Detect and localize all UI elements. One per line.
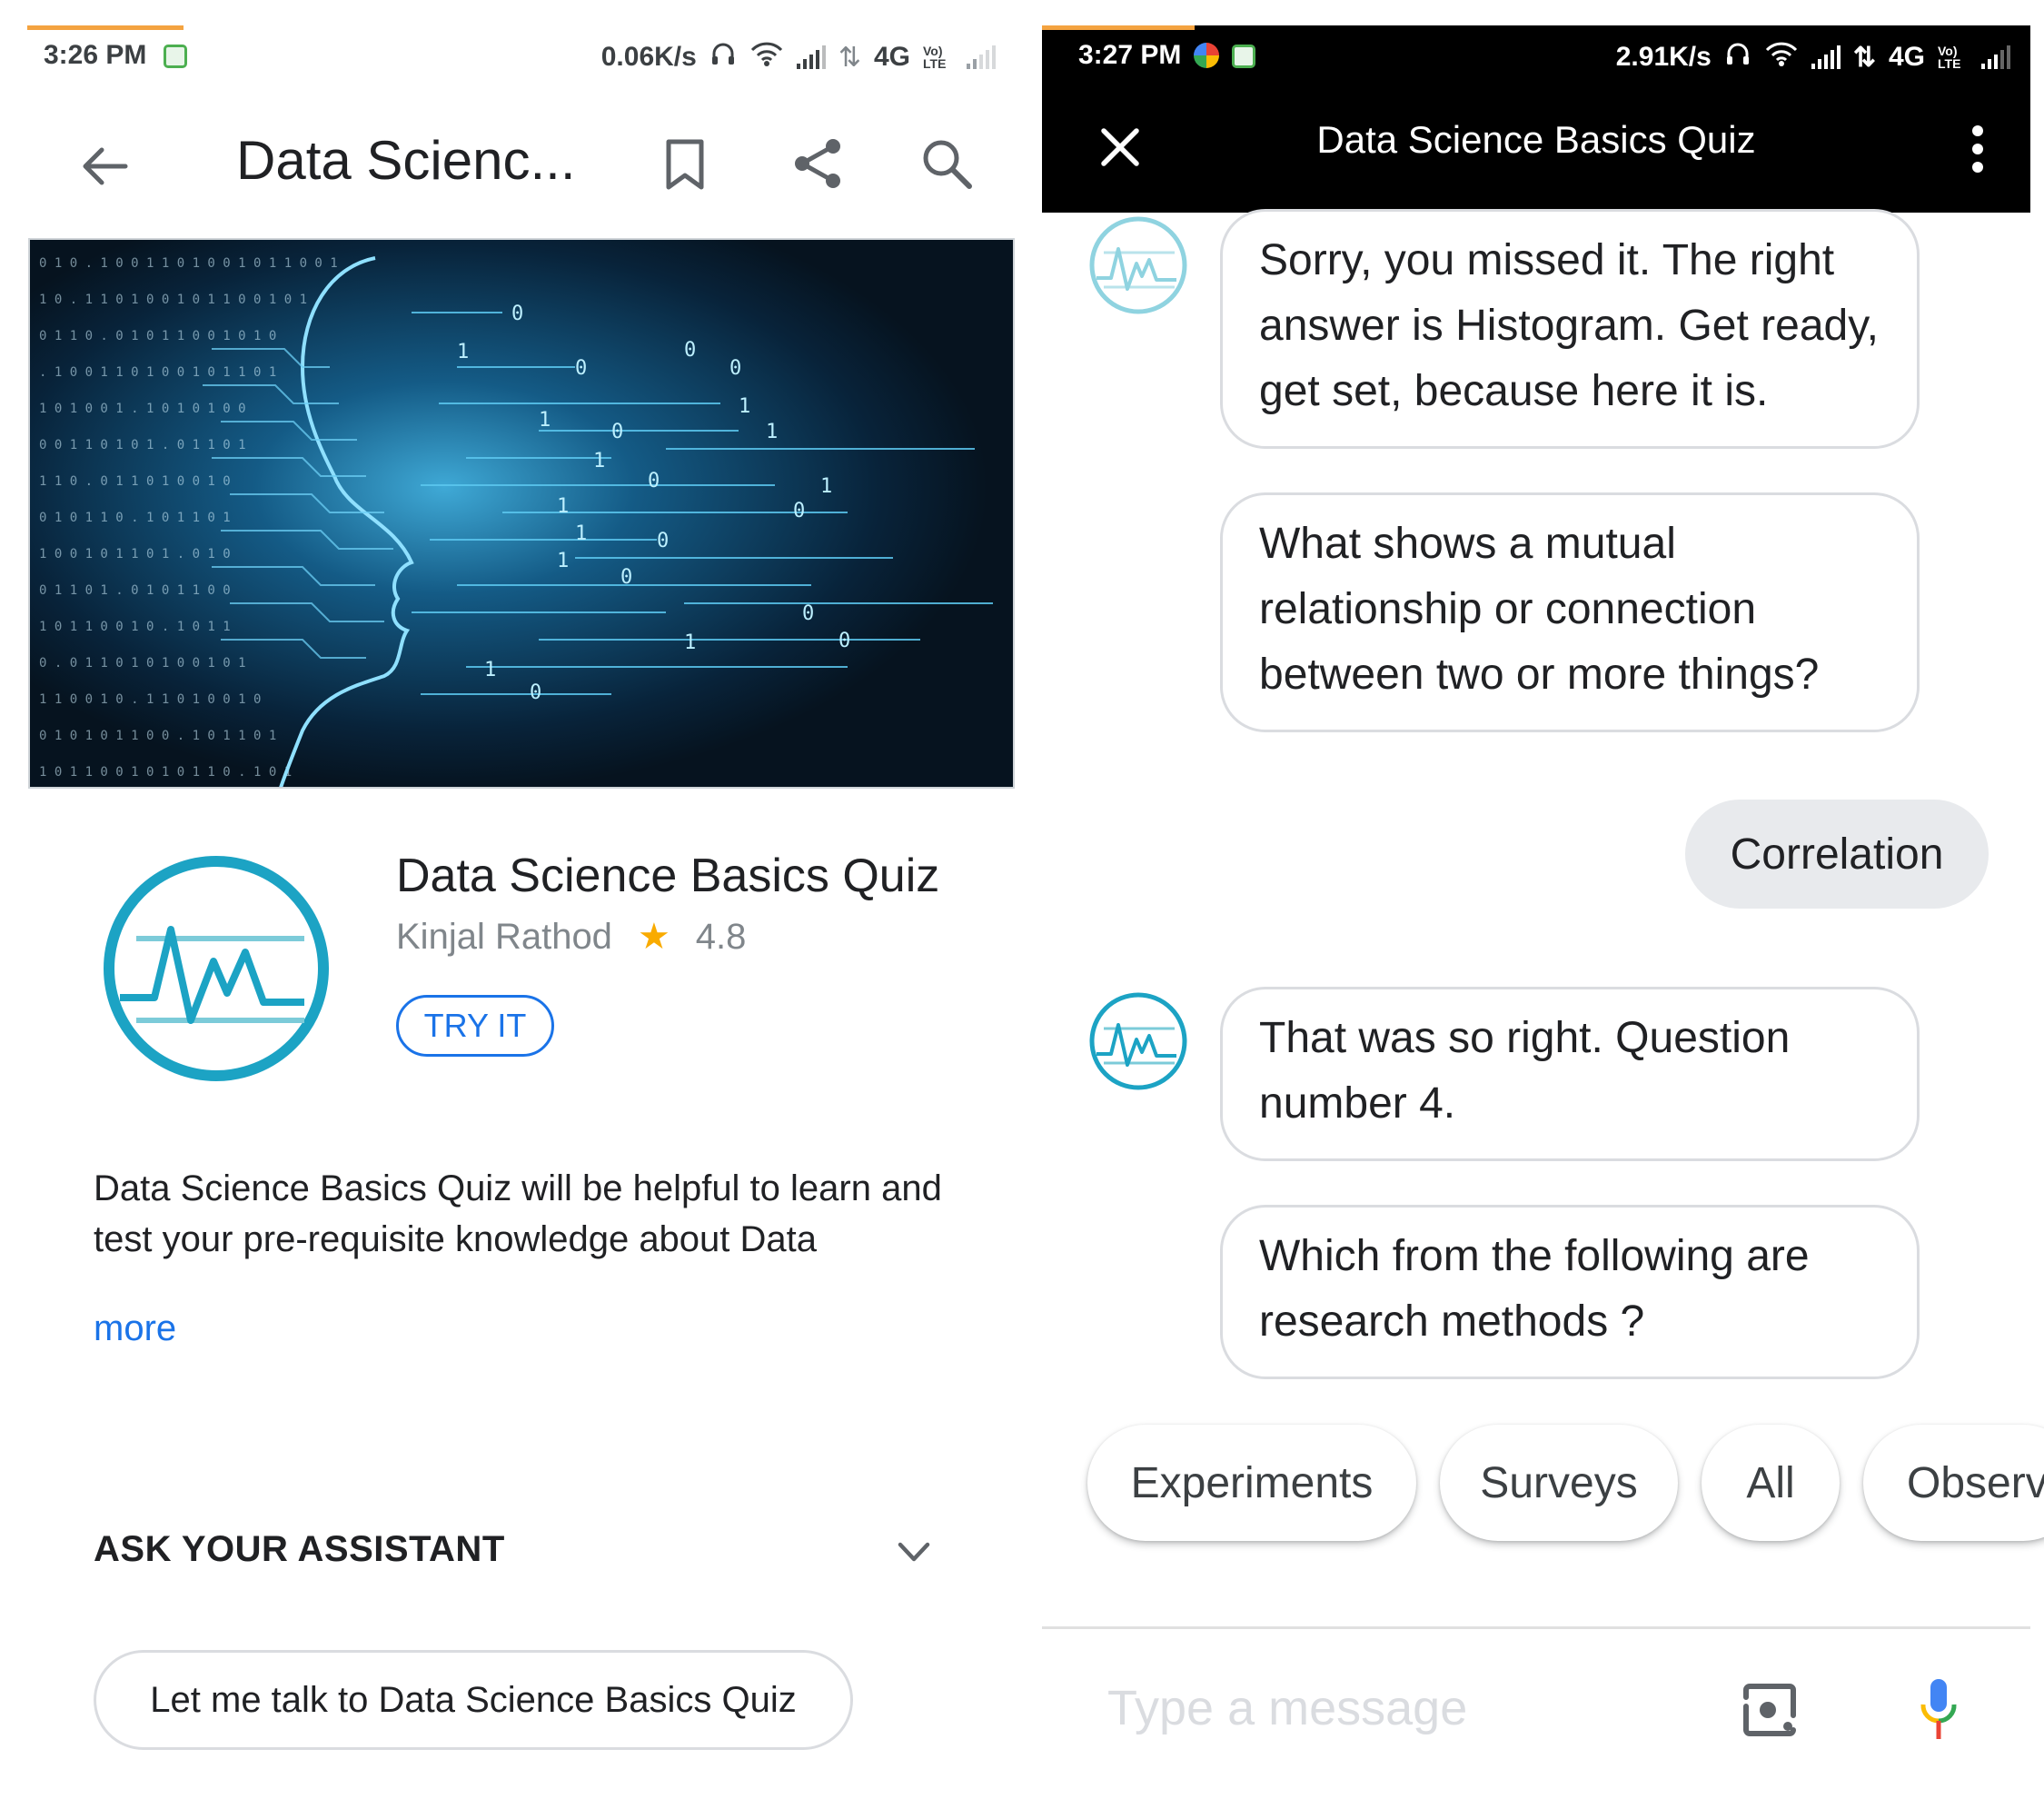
net-speed: 2.91K/s (1615, 42, 1712, 72)
svg-text:0: 0 (575, 357, 587, 380)
svg-text:0: 0 (729, 357, 741, 380)
app-logo-icon (100, 852, 332, 1085)
app-description: Data Science Basics Quiz will be helpful… (94, 1168, 942, 1259)
network-type: 4G (873, 42, 910, 72)
suggestion-chip[interactable]: Observ (1863, 1425, 2044, 1541)
bot-avatar-icon (1087, 214, 1189, 316)
app-name: Data Science Basics Quiz (396, 850, 940, 902)
svg-text:0: 0 (620, 566, 632, 589)
svg-text:1 0 0 1 0 1 1 0 1 . 0 1 0: 1 0 0 1 0 1 1 0 1 . 0 1 0 (39, 547, 231, 562)
bot-message: Which from the following are research me… (1220, 1205, 1920, 1379)
svg-text:0 1 0 . 1 0 0 1 1 0 1 0 0 1 0: 0 1 0 . 1 0 0 1 1 0 1 0 0 1 0 1 1 0 0 1 (39, 256, 338, 271)
ask-assistant-heading: ASK YOUR ASSISTANT (94, 1529, 505, 1569)
app-notification-icon (1232, 40, 1256, 71)
svg-text:1: 1 (457, 341, 469, 363)
svg-text:1: 1 (484, 659, 496, 681)
svg-text:1 0 . 1 1 0 1 0 0 1 0 1 1 0 0: 1 0 . 1 1 0 1 0 0 1 0 1 1 0 0 1 0 1 (39, 293, 307, 307)
app-bar: Data Scienc... (0, 109, 1022, 218)
svg-text:0: 0 (648, 470, 660, 492)
status-time: 3:26 PM (44, 40, 147, 70)
left-screen: 3:26 PM 0.06K/s ⇅ 4G Vo) LTE Data Scienc… (0, 0, 1022, 1799)
svg-text:0: 0 (611, 421, 623, 443)
bot-message: What shows a mutual relationship or conn… (1220, 492, 1920, 732)
more-link[interactable]: more (94, 1308, 176, 1349)
status-bar: 3:26 PM 0.06K/s ⇅ 4G Vo) LTE (27, 24, 1008, 87)
svg-text:0: 0 (657, 530, 669, 552)
svg-text:0 1 0 1 1 0 . 1 0 1 1 0 1: 0 1 0 1 1 0 . 1 0 1 1 0 1 (39, 511, 231, 525)
wifi-icon (1764, 40, 1799, 75)
svg-text:0: 0 (793, 500, 805, 522)
svg-text:1: 1 (820, 475, 832, 498)
svg-text:. 1 0 0 1 1 0 1 0 0 1 0 1 1 0: . 1 0 0 1 1 0 1 0 0 1 0 1 1 0 1 (39, 365, 276, 380)
svg-text:0 . 0 1 1 0 1 0 1 0 0 1 0 1: 0 . 0 1 1 0 1 0 1 0 0 1 0 1 (39, 656, 246, 671)
svg-text:1: 1 (557, 495, 569, 518)
s-app-icon (1194, 43, 1220, 68)
bot-avatar-icon (1087, 990, 1189, 1092)
search-icon[interactable] (914, 131, 979, 196)
svg-text:1 0 1 1 0 0 1 0 1 0 1 1 0 . 1: 1 0 1 1 0 0 1 0 1 0 1 1 0 . 1 0 1 (39, 765, 292, 780)
back-arrow-icon[interactable] (73, 134, 136, 198)
suggestion-chip[interactable]: Experiments (1087, 1425, 1416, 1541)
user-message: Correlation (1685, 800, 1989, 909)
headphones-icon (709, 40, 737, 75)
conversation-title: Data Science Basics Quiz (1316, 118, 1756, 161)
developer-name: Kinjal Rathod (396, 916, 612, 957)
svg-text:1 0 1 0 0 1 . 1 0 1 0 1 0 0: 1 0 1 0 0 1 . 1 0 1 0 1 0 0 (39, 402, 246, 416)
developer-rating-row: Kinjal Rathod ★ 4.8 (396, 916, 746, 958)
star-icon: ★ (637, 917, 670, 957)
svg-text:1: 1 (557, 550, 569, 572)
message-input[interactable] (1107, 1672, 1616, 1744)
signal-icon (796, 45, 826, 69)
svg-text:0 1 0 1 0 1 1 0 0 . 1 0 1 1 0: 0 1 0 1 0 1 1 0 0 . 1 0 1 1 0 1 (39, 729, 276, 743)
status-time: 3:27 PM (1078, 40, 1182, 70)
svg-text:1 1 0 0 1 0 . 1 1 0 1 0 0 1 0: 1 1 0 0 1 0 . 1 1 0 1 0 0 1 0 (39, 692, 261, 707)
net-speed: 0.06K/s (600, 42, 697, 72)
signal-2-icon (967, 45, 996, 69)
hero-banner-image: 0 1 0 . 1 0 0 1 1 0 1 0 0 1 0 1 1 0 0 1 … (28, 238, 1015, 789)
svg-text:1 0 1 1 0 0 1 0 . 1 0 1 1: 1 0 1 1 0 0 1 0 . 1 0 1 1 (39, 620, 231, 634)
svg-text:0: 0 (530, 681, 541, 704)
bot-message: That was so right. Question number 4. (1220, 987, 1920, 1161)
more-vert-icon[interactable] (1958, 122, 1998, 176)
volte-icon: Vo) LTE (1938, 44, 1961, 71)
svg-text:0 1 1 0 1 . 0 1 0 1 1 0 0: 0 1 1 0 1 . 0 1 0 1 1 0 0 (39, 583, 231, 598)
headphones-icon (1724, 40, 1751, 75)
signal-2-icon (1981, 45, 2010, 69)
input-divider (1042, 1626, 2030, 1629)
share-icon[interactable] (785, 131, 850, 196)
data-arrows-icon: ⇅ (1852, 42, 1876, 73)
suggestion-chip[interactable]: All (1702, 1425, 1840, 1541)
svg-text:0: 0 (802, 602, 814, 625)
bot-message: Sorry, you missed it. The right answer i… (1220, 209, 1920, 449)
network-type: 4G (1888, 42, 1925, 72)
svg-text:1: 1 (539, 409, 551, 432)
svg-text:1: 1 (575, 522, 587, 545)
svg-text:0: 0 (511, 303, 523, 325)
microphone-icon[interactable] (1913, 1675, 1964, 1744)
chevron-down-icon[interactable] (896, 1536, 932, 1568)
svg-text:1: 1 (766, 421, 778, 443)
try-it-button[interactable]: TRY IT (396, 995, 554, 1057)
app-notification-icon (164, 40, 187, 71)
svg-text:1: 1 (593, 450, 605, 472)
wifi-icon (749, 40, 784, 75)
svg-text:0 0 1 1 0 1 0 1 . 0 1 1 0 1: 0 0 1 1 0 1 0 1 . 0 1 1 0 1 (39, 438, 246, 452)
svg-text:1 1 0 . 0 1 1 0 1 0 0 1 0: 1 1 0 . 0 1 1 0 1 0 0 1 0 (39, 474, 231, 489)
page-title: Data Scienc... (236, 130, 576, 191)
rating-value: 4.8 (695, 916, 747, 957)
svg-text:1: 1 (684, 631, 696, 654)
lens-icon[interactable] (1739, 1679, 1801, 1741)
volte-icon: Vo) LTE (923, 44, 947, 71)
svg-text:0: 0 (684, 339, 696, 362)
status-bar: 3:27 PM 2.91K/s ⇅ 4G Vo) LTE (1042, 25, 2030, 89)
signal-icon (1811, 45, 1841, 69)
svg-text:0: 0 (838, 630, 850, 652)
bookmark-icon[interactable] (658, 133, 712, 196)
suggestion-chip[interactable]: Surveys (1440, 1425, 1678, 1541)
svg-text:0 1 1 0 . 0 1 0 1 1 0 0 1 0 1: 0 1 1 0 . 0 1 0 1 1 0 0 1 0 1 0 (39, 329, 276, 343)
talk-to-action-chip[interactable]: Let me talk to Data Science Basics Quiz (94, 1650, 853, 1750)
data-arrows-icon: ⇅ (838, 42, 861, 73)
svg-text:1: 1 (739, 395, 750, 418)
right-screen: 3:27 PM 2.91K/s ⇅ 4G Vo) LTE Data Scienc… (1022, 0, 2044, 1799)
